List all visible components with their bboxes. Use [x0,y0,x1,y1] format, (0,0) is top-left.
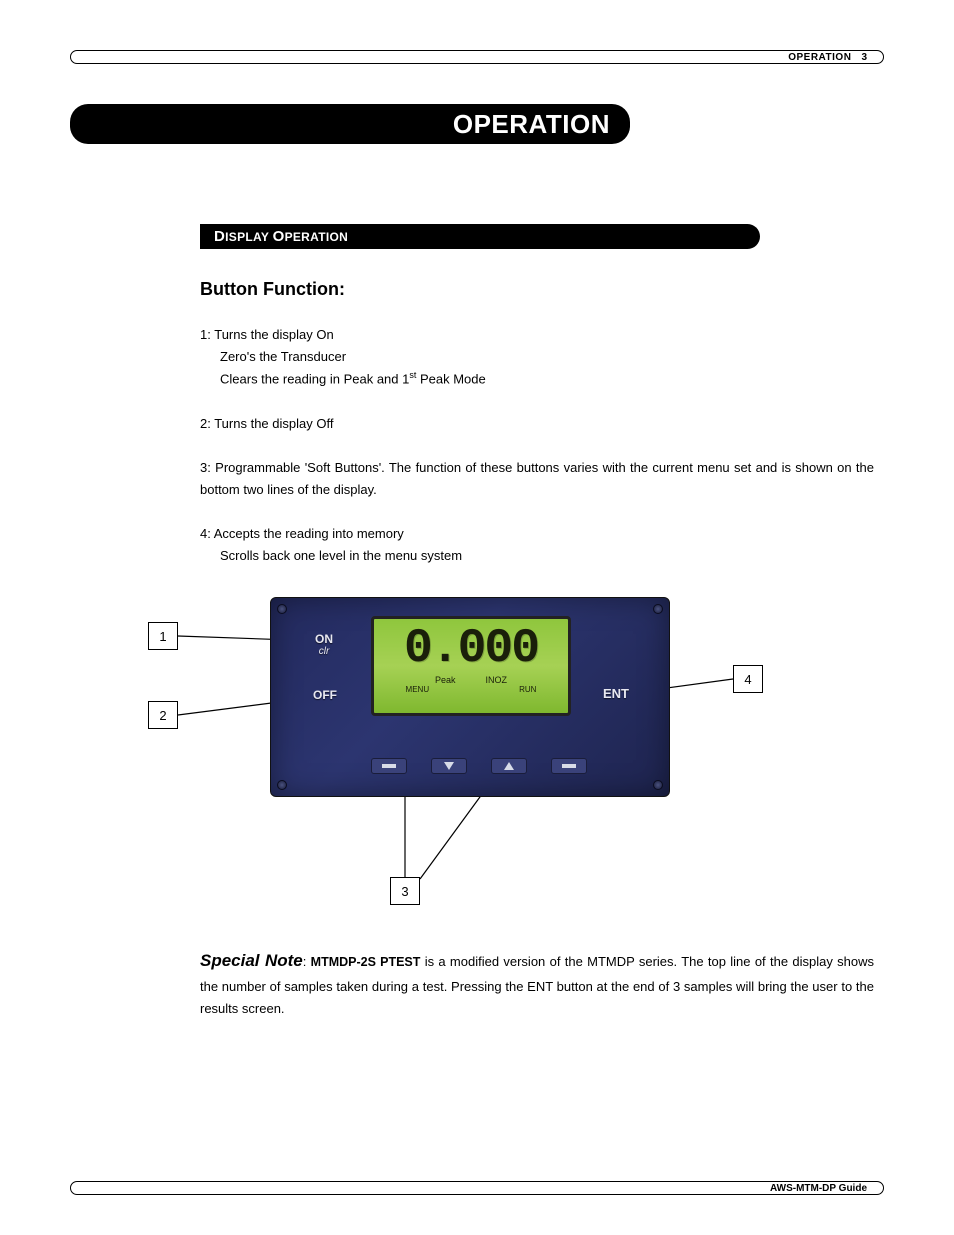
fn1-line1: Turns the display On [214,327,333,342]
special-note-paragraph: Special Note: MTMDP-2S PTEST is a modifi… [200,947,874,1020]
soft-buttons-row [371,758,587,774]
fn3-text: Programmable 'Soft Buttons'. The functio… [200,460,874,497]
button-function-1: 1: Turns the display On Zero's the Trans… [200,324,874,391]
page-footer-rule: AWS-MTM-DP Guide [70,1181,884,1195]
button-function-list: 1: Turns the display On Zero's the Trans… [200,324,874,567]
fn1-num: 1: [200,327,211,342]
special-note-model: MTMDP-2S PTEST [311,955,421,969]
screw-icon [653,780,663,790]
soft-button-dash[interactable] [371,758,407,774]
fn2-num: 2: [200,416,211,431]
lcd-menu-label: MENU [406,685,430,694]
triangle-up-icon [502,760,516,772]
dash-icon [559,761,579,771]
section-title-banner: DISPLAY OPERATION [200,224,760,249]
button-function-heading: Button Function: [200,279,874,300]
callout-1: 1 [148,622,178,650]
off-button[interactable]: OFF [313,688,337,702]
callout-4-text: 4 [744,672,751,687]
special-note-colon: : [303,954,311,969]
fn1-line2: Zero's the Transducer [220,346,874,368]
callout-3-text: 3 [401,884,408,899]
off-button-label: OFF [313,688,337,702]
fn1-line3b: Peak Mode [416,372,485,387]
ent-button-label: ENT [603,686,629,701]
lcd-peak-label: Peak [435,675,456,685]
chapter-title-banner: OPERATION [70,104,630,144]
footer-guide-label: AWS-MTM-DP Guide [770,1183,867,1194]
header-page-number: 3 [861,52,867,63]
screw-icon [653,604,663,614]
button-function-4: 4: Accepts the reading into memory Scrol… [200,523,874,567]
header-section-label: OPERATION [788,52,851,63]
soft-button-up[interactable] [491,758,527,774]
callout-4: 4 [733,665,763,693]
screw-icon [277,780,287,790]
button-function-3: 3: Programmable 'Soft Buttons'. The func… [200,457,874,501]
lcd-reading: 0.000 [404,625,538,673]
section-title-isplay: ISPLAY [225,230,272,244]
callout-1-text: 1 [159,629,166,644]
lcd-unit-label: INOZ [486,675,508,685]
soft-button-down[interactable] [431,758,467,774]
device-figure: 1 2 3 4 ON [70,597,874,927]
on-button-label: ON [315,632,333,646]
section-title-peration: PERATION [285,230,349,244]
lcd-row3: MENU RUN [406,685,537,694]
special-note-lead: Special Note [200,951,303,970]
on-button[interactable]: ON clr [315,632,333,657]
fn1-line3: Clears the reading in Peak and 1st Peak … [220,368,874,390]
fn4-line1: Accepts the reading into memory [214,526,404,541]
dash-icon [379,761,399,771]
fn2-line1: Turns the display Off [211,416,334,431]
page-header-rule: OPERATION 3 [70,50,884,64]
section-title-d: D [214,228,225,245]
fn4-line2: Scrolls back one level in the menu syste… [220,545,874,567]
screw-icon [277,604,287,614]
callout-2: 2 [148,701,178,729]
lcd-display: 0.000 Peak INOZ MENU RUN [371,616,571,716]
lcd-run-label: RUN [519,685,536,694]
fn1-line3a: Clears the reading in Peak and 1 [220,372,409,387]
callout-3: 3 [390,877,420,905]
ent-button[interactable]: ENT [603,686,629,701]
chapter-title: OPERATION [453,109,610,140]
callout-2-text: 2 [159,708,166,723]
on-button-sublabel: clr [315,646,333,657]
fn3-num: 3: [200,460,211,475]
fn4-num: 4: [200,526,211,541]
device-panel: ON clr OFF ENT 0.000 Peak INOZ MENU [270,597,670,797]
button-function-2: 2: Turns the display Off [200,413,874,435]
triangle-down-icon [442,760,456,772]
section-title-o: O [273,228,285,245]
lcd-row2: Peak INOZ [435,675,507,685]
soft-button-dash-2[interactable] [551,758,587,774]
